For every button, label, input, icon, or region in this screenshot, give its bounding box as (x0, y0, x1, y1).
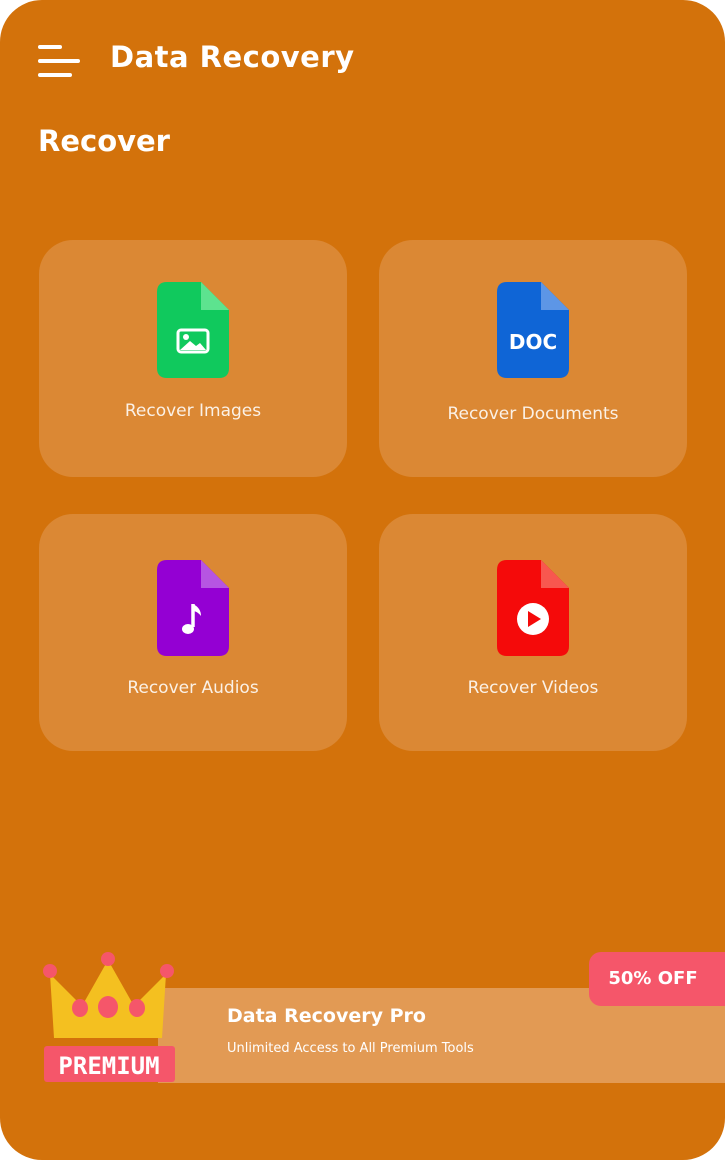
section-title: Recover (38, 124, 170, 158)
doc-file-icon: DOC (497, 282, 569, 378)
image-file-icon (157, 282, 229, 378)
discount-badge[interactable]: 50% OFF (589, 952, 725, 1006)
video-file-icon (497, 560, 569, 656)
premium-title: Data Recovery Pro (227, 1005, 426, 1027)
recover-videos-card[interactable]: Recover Videos (379, 514, 687, 751)
premium-subtitle: Unlimited Access to All Premium Tools (227, 1041, 474, 1056)
audio-file-icon (157, 560, 229, 656)
app-title: Data Recovery (110, 40, 355, 74)
doc-icon-text: DOC (509, 330, 557, 354)
recover-documents-card[interactable]: DOC Recover Documents (379, 240, 687, 477)
card-label: Recover Videos (467, 678, 599, 698)
app-screen: Data Recovery Recover Recover Images DOC… (0, 0, 725, 1160)
menu-button[interactable] (38, 45, 80, 79)
card-label: Recover Audios (127, 678, 259, 698)
card-label: Recover Images (124, 401, 262, 421)
premium-badge-text: PREMIUM (58, 1052, 159, 1080)
recover-audios-card[interactable]: Recover Audios (39, 514, 347, 751)
crown-icon: PREMIUM (43, 952, 175, 1082)
card-label: Recover Documents (447, 404, 619, 424)
recover-images-card[interactable]: Recover Images (39, 240, 347, 477)
